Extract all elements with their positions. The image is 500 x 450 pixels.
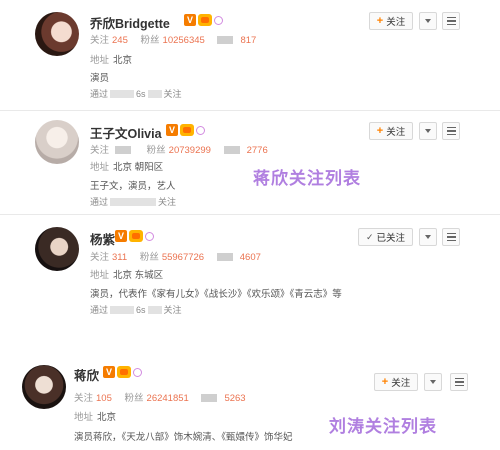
avatar[interactable]	[35, 120, 79, 164]
user-name[interactable]: 蒋欣	[74, 365, 99, 384]
avatar[interactable]	[22, 365, 66, 409]
follow-button[interactable]: + 关注	[374, 373, 418, 391]
user-badges: V	[115, 230, 154, 242]
bio-line: 王子文，演员，艺人	[90, 181, 176, 192]
chevron-down-icon	[430, 380, 436, 384]
vip-crown-icon	[129, 230, 143, 242]
verified-icon: V	[166, 124, 178, 136]
vip-crown-icon	[117, 366, 131, 378]
verified-icon: V	[184, 14, 196, 26]
location-line: 地址 北京	[74, 412, 117, 423]
user-name[interactable]: 乔欣Bridgette	[90, 13, 170, 32]
user-badges: V	[103, 366, 142, 378]
user-badges: V	[166, 124, 205, 136]
verified-icon: V	[103, 366, 115, 378]
check-icon: ✓	[365, 231, 374, 242]
more-dropdown-button[interactable]	[419, 122, 437, 140]
menu-button[interactable]	[442, 12, 460, 30]
member-ring-icon	[196, 125, 205, 135]
user-name[interactable]: 杨紫	[90, 229, 115, 248]
more-dropdown-button[interactable]	[424, 373, 442, 391]
follow-button[interactable]: + 关注	[369, 122, 413, 140]
followed-via: 通过 6s 关注	[90, 89, 182, 99]
menu-button[interactable]	[450, 373, 468, 391]
user-stats: 关注 105 粉丝 26241851 5263	[74, 393, 246, 404]
member-ring-icon	[145, 231, 154, 241]
vip-crown-icon	[180, 124, 194, 136]
watermark-caption: 蒋欣关注列表	[253, 169, 361, 188]
member-ring-icon	[133, 367, 142, 377]
location-line: 地址 北京	[90, 55, 133, 66]
follow-button[interactable]: + 关注	[369, 12, 413, 30]
plus-icon: +	[381, 376, 389, 388]
bio-line: 演员蒋欣，《天龙八部》饰木婉清、《甄嬛传》饰华妃	[74, 432, 293, 443]
followed-via: 通过 6s 关注	[90, 305, 182, 315]
user-badges: V	[184, 14, 223, 26]
chevron-down-icon	[425, 129, 431, 133]
user-stats: 关注 粉丝 20739299 2776	[90, 145, 268, 156]
user-stats: 关注 311 粉丝 55967726 4607	[90, 252, 261, 263]
more-dropdown-button[interactable]	[419, 12, 437, 30]
user-name[interactable]: 王子文Olivia	[90, 123, 162, 142]
user-card: 蒋欣 V 关注 105 粉丝 26241851 5263 地址 北京 演员蒋欣，《天龙…	[0, 355, 500, 450]
plus-icon: +	[376, 15, 384, 27]
plus-icon: +	[376, 125, 384, 137]
watermark-caption: 刘涛关注列表	[329, 417, 437, 436]
bio-line: 演员	[90, 73, 110, 84]
menu-button[interactable]	[442, 122, 460, 140]
vip-crown-icon	[198, 14, 212, 26]
location-line: 地址 北京 朝阳区	[90, 162, 164, 173]
bio-line: 演员，代表作《家有儿女》《战长沙》《欢乐颂》《青云志》等	[90, 289, 342, 300]
member-ring-icon	[214, 15, 223, 25]
location-line: 地址 北京 东城区	[90, 270, 164, 281]
chevron-down-icon	[425, 19, 431, 23]
avatar[interactable]	[35, 227, 79, 271]
more-dropdown-button[interactable]	[419, 228, 437, 246]
user-card: 乔欣Bridgette V 关注 245 粉丝 10256345 817 地址 北京 …	[0, 0, 500, 110]
user-stats: 关注 245 粉丝 10256345 817	[90, 35, 257, 46]
user-card: 王子文Olivia V 关注 粉丝 20739299 2776 地址 北京 朝阳区 …	[0, 110, 500, 214]
followed-via: 通过 关注	[90, 197, 177, 207]
chevron-down-icon	[425, 235, 431, 239]
avatar[interactable]	[35, 12, 79, 56]
menu-button[interactable]	[442, 228, 460, 246]
verified-icon: V	[115, 230, 127, 242]
followed-button[interactable]: ✓ 已关注	[358, 228, 413, 246]
user-card: 杨紫 V 关注 311 粉丝 55967726 4607 地址 北京 东城区 演员，代…	[0, 214, 500, 324]
